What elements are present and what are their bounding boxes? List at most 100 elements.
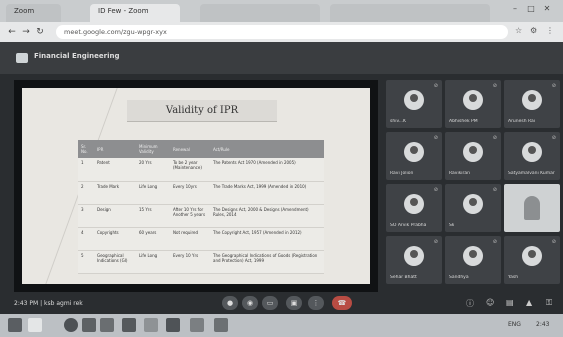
participant-tile[interactable]: ⊘ Sk <box>445 184 501 232</box>
table-row: 1 Patent 20 Yrs To be 2 year (Maintenanc… <box>78 158 324 182</box>
taskbar-clock[interactable]: 2:43 <box>536 321 549 328</box>
table-cell: The Patents Act 1970 (Amended in 2005) <box>210 158 324 182</box>
search-icon[interactable] <box>28 318 42 332</box>
participant-name: Sk <box>449 223 455 228</box>
avatar <box>404 90 424 110</box>
close-icon[interactable]: ✕ <box>540 4 554 16</box>
slide: Validity of IPR Sr. No. IPR Minimum Vali… <box>6 88 370 284</box>
reload-icon[interactable]: ↻ <box>34 26 46 38</box>
table-cell: 3 <box>78 204 94 228</box>
meeting-time: 2:43 PM | ksb agmi rek <box>14 300 83 307</box>
participant-tile[interactable]: ⊘ Abhishek PM <box>445 80 501 128</box>
avatar <box>404 246 424 266</box>
mic-off-icon: ⊘ <box>551 83 556 89</box>
table-cell: 60 years <box>136 227 170 251</box>
avatar <box>404 194 424 214</box>
table-cell: Not required <box>170 227 210 251</box>
info-icon[interactable]: ⓘ <box>466 298 474 309</box>
participant-tile[interactable]: ⊘ Sehar Bhatt <box>386 236 442 284</box>
mic-off-icon: ⊘ <box>433 239 438 245</box>
tab-4[interactable] <box>330 4 490 22</box>
app-icon[interactable] <box>166 318 180 332</box>
present-icon[interactable]: ▣ <box>286 296 302 310</box>
url-input[interactable]: meet.google.com/zgu-wpgr-xyx <box>56 25 508 39</box>
activities-icon[interactable]: ▲ <box>526 298 532 307</box>
participant-name: Yash <box>508 275 519 280</box>
table-header: Act/Rule <box>210 140 324 158</box>
table-cell: Geographical Indications (GI) <box>94 250 136 274</box>
table-cell: The Geographical Indications of Goods (R… <box>210 250 324 274</box>
forward-icon[interactable]: → <box>20 26 32 38</box>
maximize-icon[interactable]: □ <box>524 4 538 16</box>
mic-icon[interactable]: ● <box>222 296 238 310</box>
participant-tile[interactable]: ⊘ Satyamalvani Kumar <box>504 132 560 180</box>
captions-icon[interactable]: ▭ <box>262 296 278 310</box>
participant-name: Sandhya <box>449 275 469 280</box>
os-taskbar: ENG 2:43 <box>0 314 563 337</box>
start-icon[interactable] <box>8 318 22 332</box>
meet-logo-icon <box>16 53 28 63</box>
tab-1[interactable]: Zoom <box>6 4 61 22</box>
menu-icon[interactable]: ⋮ <box>546 26 554 35</box>
participant-name: Satyamalvani Kumar <box>508 171 555 176</box>
address-bar-row: ← → ↻ meet.google.com/zgu-wpgr-xyx ☆ ⚙ ⋮ <box>0 22 563 42</box>
app-icon[interactable] <box>122 318 136 332</box>
browser-tab-bar: Zoom ID Few - Zoom – □ ✕ <box>0 0 563 22</box>
table-cell: Every 10yrs <box>170 181 210 205</box>
participant-name: Sehar Bhatt <box>390 275 417 280</box>
table-cell: 5 <box>78 250 94 274</box>
participant-tile[interactable]: ⊘ Ravikiran <box>445 132 501 180</box>
table-cell: To be 2 year (Maintenance) <box>170 158 210 182</box>
avatar <box>463 246 483 266</box>
table-cell: Life Long <box>136 181 170 205</box>
table-cell: After 10 Yrs for Another 5 years <box>170 204 210 228</box>
table-cell: Patent <box>94 158 136 182</box>
back-icon[interactable]: ← <box>6 26 18 38</box>
avatar <box>404 142 424 162</box>
participant-tile[interactable]: ⊘ Arunesh Rai <box>504 80 560 128</box>
app-icon[interactable] <box>190 318 204 332</box>
participant-tile[interactable]: ⊘ shiv...K <box>386 80 442 128</box>
mic-off-icon: ⊘ <box>492 239 497 245</box>
leave-call-icon[interactable]: ☎ <box>332 296 352 310</box>
tab-2[interactable]: ID Few - Zoom <box>90 4 180 22</box>
participant-name: Ravi Jolion <box>390 171 414 176</box>
minimize-icon[interactable]: – <box>508 4 522 16</box>
mic-off-icon: ⊘ <box>433 135 438 141</box>
lock-icon[interactable]: ⚿ <box>546 298 552 308</box>
table-cell: The Designs Act, 2000 & Designs (Amendme… <box>210 204 324 228</box>
video-feed <box>524 196 540 220</box>
tab-3[interactable] <box>200 4 320 22</box>
chat-icon[interactable]: ▤ <box>506 298 514 307</box>
chrome-icon[interactable] <box>64 318 78 332</box>
app-icon[interactable] <box>100 318 114 332</box>
avatar <box>463 142 483 162</box>
table-row: 4 Copyrights 60 years Not required The C… <box>78 227 324 251</box>
participant-video-tile[interactable] <box>504 184 560 232</box>
participant-tile[interactable]: ⊘ Yash <box>504 236 560 284</box>
files-icon[interactable] <box>82 318 96 332</box>
people-icon[interactable]: ☺ <box>486 298 494 307</box>
table-header: Sr. No. <box>78 140 94 158</box>
participant-tile[interactable]: ⊘ SO Arvik Prabha <box>386 184 442 232</box>
mic-off-icon: ⊘ <box>492 83 497 89</box>
camera-icon[interactable]: ◉ <box>242 296 258 310</box>
table-cell: 1 <box>78 158 94 182</box>
avatar <box>463 90 483 110</box>
app-icon[interactable] <box>214 318 228 332</box>
avatar <box>463 194 483 214</box>
ipr-table: Sr. No. IPR Minimum Validity Renewal Act… <box>78 140 324 274</box>
table-cell: Every 10 Yrs <box>170 250 210 274</box>
table-cell: 4 <box>78 227 94 251</box>
meeting-title: Financial Engineering <box>34 52 120 60</box>
more-icon[interactable]: ⋮ <box>308 296 324 310</box>
language-indicator[interactable]: ENG <box>508 321 521 328</box>
participant-tile[interactable]: ⊘ Ravi Jolion <box>386 132 442 180</box>
star-icon[interactable]: ☆ <box>515 26 522 35</box>
app-icon[interactable] <box>144 318 158 332</box>
extension-icon[interactable]: ⚙ <box>530 26 537 35</box>
participant-tile[interactable]: ⊘ Sandhya <box>445 236 501 284</box>
avatar <box>522 90 542 110</box>
table-cell: 20 Yrs <box>136 158 170 182</box>
meeting-header: Financial Engineering <box>0 42 563 74</box>
